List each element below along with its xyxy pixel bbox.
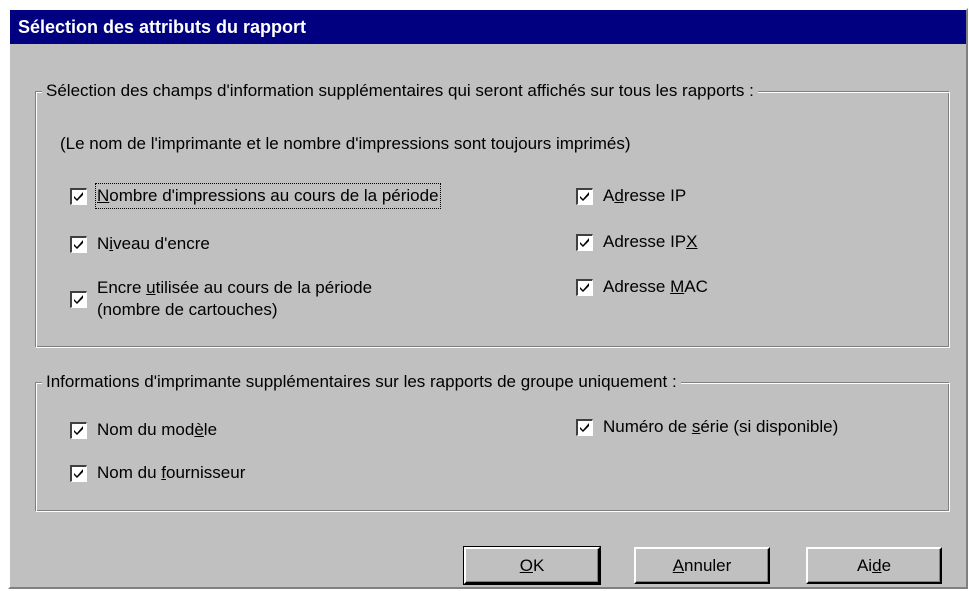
checkbox-box[interactable] [70, 421, 87, 439]
checkbox-box[interactable] [70, 187, 87, 205]
window-title: Sélection des attributs du rapport [18, 17, 307, 37]
info-fields-legend: Sélection des champs d'information suppl… [42, 80, 758, 102]
help-button[interactable]: Aide [806, 547, 942, 584]
checkbox-label: Adresse IP [603, 186, 687, 205]
checkbox-label: Nom du modèle [97, 420, 218, 439]
checkbox-box[interactable] [576, 187, 593, 205]
check-mark-icon [580, 237, 589, 247]
checkbox-label: Niveau d'encre [97, 234, 210, 253]
checkbox-label: Adresse IPX [603, 232, 698, 251]
check-mark-icon [74, 425, 83, 435]
group-info-groupbox: Informations d'imprimante supplémentaire… [35, 371, 950, 512]
checkbox-mac-address[interactable]: Adresse MAC [576, 276, 708, 298]
checkbox-box[interactable] [576, 418, 593, 436]
checkbox-ipx-address[interactable]: Adresse IPX [576, 231, 698, 253]
checkbox-serial-number[interactable]: Numéro de série (si disponible) [576, 416, 838, 438]
title-bar[interactable]: Sélection des attributs du rapport [10, 10, 966, 44]
check-mark-icon [74, 239, 83, 249]
checkbox-ink-used[interactable]: Encre utilisée au cours de la période (n… [70, 277, 372, 321]
check-mark-icon [74, 191, 83, 201]
check-mark-icon [580, 191, 589, 201]
checkbox-model-name[interactable]: Nom du modèle [70, 419, 217, 441]
check-mark-icon [74, 294, 83, 304]
check-mark-icon [580, 282, 589, 292]
checkbox-label: Nom du fournisseur [97, 463, 246, 482]
check-mark-icon [74, 468, 83, 478]
checkbox-box[interactable] [576, 233, 593, 251]
checkbox-print-count[interactable]: Nombre d'impressions au cours de la péri… [70, 183, 441, 209]
checkbox-vendor-name[interactable]: Nom du fournisseur [70, 462, 245, 484]
checkbox-ip-address[interactable]: Adresse IP [576, 185, 686, 207]
cancel-button[interactable]: Annuler [634, 547, 770, 584]
checkbox-label: Adresse MAC [603, 277, 708, 296]
group-info-legend: Informations d'imprimante supplémentaire… [42, 371, 681, 393]
check-mark-icon [580, 422, 589, 432]
checkbox-box[interactable] [70, 290, 87, 308]
checkbox-label: Numéro de série (si disponible) [603, 417, 839, 436]
checkbox-box[interactable] [576, 278, 593, 296]
ok-button[interactable]: OK [463, 546, 601, 585]
checkbox-ink-level[interactable]: Niveau d'encre [70, 233, 210, 255]
info-fields-groupbox: Sélection des champs d'information suppl… [35, 80, 950, 348]
checkbox-box[interactable] [70, 235, 87, 253]
dialog-window: Sélection des attributs du rapport Sélec… [8, 8, 968, 589]
info-fields-note: (Le nom de l'imprimante et le nombre d'i… [60, 134, 631, 153]
checkbox-box[interactable] [70, 464, 87, 482]
checkbox-label: Encre utilisée au cours de la période (n… [97, 278, 373, 319]
checkbox-label: Nombre d'impressions au cours de la péri… [95, 183, 441, 209]
